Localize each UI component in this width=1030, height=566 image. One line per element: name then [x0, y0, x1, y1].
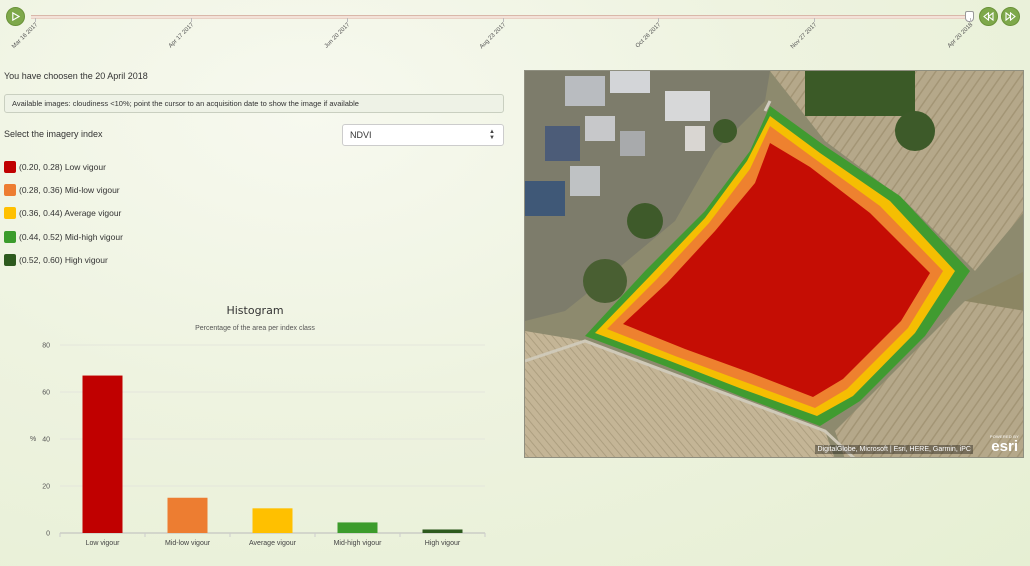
- imagery-index-value: NDVI: [350, 130, 372, 140]
- y-tick-label: 40: [42, 437, 50, 444]
- fast-forward-icon: [1005, 12, 1016, 21]
- histogram-bar: [252, 508, 293, 533]
- legend-item-high-vigour: (0.52, 0.60) High vigour: [4, 253, 108, 266]
- chart-subtitle: Percentage of the area per index class: [195, 325, 315, 332]
- y-axis-label: %: [30, 436, 36, 443]
- play-icon: [12, 12, 20, 21]
- map-imagery: [525, 71, 1023, 457]
- previous-date-button[interactable]: [979, 7, 998, 26]
- timeline-tick-label[interactable]: Mar 16 2017: [0, 22, 39, 62]
- legend-swatch: [4, 183, 16, 196]
- legend-label: (0.44, 0.52) Mid-high vigour: [19, 231, 123, 242]
- legend-swatch: [4, 206, 16, 219]
- histogram-chart: 0 20 40 60 80% Low vigour Mid-low vigour Averag…: [30, 343, 486, 547]
- satellite-map[interactable]: DigitalGlobe, Microsoft | Esri, HERE, Ga…: [524, 70, 1024, 458]
- select-arrows-icon: ▲ ▼: [489, 129, 495, 141]
- timeline-tick[interactable]: [658, 18, 660, 22]
- next-date-button[interactable]: [1001, 7, 1020, 26]
- histogram-bar: [337, 522, 378, 533]
- imagery-index-select[interactable]: NDVI ▲ ▼: [342, 124, 504, 146]
- x-tick-label: Average vigour: [249, 540, 297, 547]
- legend-item-mid-low-vigour: (0.28, 0.36) Mid-low vigour: [4, 183, 120, 196]
- x-tick-label: High vigour: [425, 540, 461, 547]
- timeline-tick-label[interactable]: Oct 26 2017: [623, 22, 662, 62]
- legend-label: (0.28, 0.36) Mid-low vigour: [19, 184, 120, 195]
- timeline-tick-label[interactable]: Aug 23 2017: [467, 22, 506, 62]
- legend-swatch: [4, 253, 16, 266]
- y-tick-label: 80: [42, 343, 50, 350]
- legend-item-average-vigour: (0.36, 0.44) Average vigour: [4, 206, 121, 219]
- chart-title: Histogram: [226, 304, 284, 317]
- legend-item-low-vigour: (0.20, 0.28) Low vigour: [4, 160, 106, 173]
- histogram-bar: [167, 497, 208, 533]
- map-attribution: DigitalGlobe, Microsoft | Esri, HERE, Ga…: [815, 445, 973, 454]
- available-images-info: Available images: cloudiness <10%; point…: [4, 94, 504, 113]
- legend-swatch: [4, 230, 16, 243]
- x-tick-label: Low vigour: [86, 540, 121, 547]
- play-button[interactable]: [6, 7, 25, 26]
- timeline-tick-label[interactable]: Apr 17 2017: [155, 22, 195, 62]
- y-tick-label: 60: [42, 390, 50, 397]
- legend-item-mid-high-vigour: (0.44, 0.52) Mid-high vigour: [4, 230, 123, 243]
- histogram-bar: [82, 375, 123, 533]
- y-tick-label: 0: [46, 531, 50, 538]
- timeline-tick-label[interactable]: Apr 20 2018: [935, 22, 974, 62]
- imagery-index-label: Select the imagery index: [4, 129, 103, 139]
- y-tick-label: 20: [42, 484, 50, 491]
- esri-logo: esri: [991, 438, 1018, 455]
- legend-label: (0.20, 0.28) Low vigour: [19, 161, 106, 172]
- legend-swatch: [4, 160, 16, 173]
- histogram-bar: [422, 529, 463, 533]
- x-tick-label: Mid-high vigour: [334, 540, 383, 547]
- rewind-icon: [983, 12, 994, 21]
- x-tick-label: Mid-low vigour: [165, 540, 211, 547]
- chosen-date-text: You have choosen the 20 April 2018: [4, 71, 148, 81]
- timeline-tick-label[interactable]: Jun 20 2017: [311, 22, 351, 62]
- legend-label: (0.36, 0.44) Average vigour: [19, 207, 122, 218]
- timeline-tick-label[interactable]: Nov 27 2017: [779, 22, 818, 62]
- legend-label: (0.52, 0.60) High vigour: [19, 254, 108, 265]
